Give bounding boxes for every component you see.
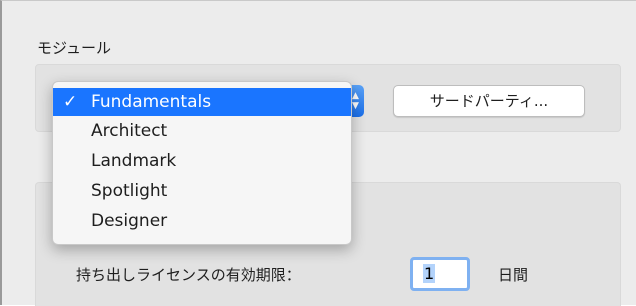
days-unit-label: 日間 — [498, 266, 529, 284]
chevron-updown-icon: ▲ ▼ — [352, 91, 359, 111]
menu-item-fundamentals[interactable]: ✓ Fundamentals — [53, 88, 351, 116]
menu-item-label: Spotlight — [91, 181, 168, 201]
days-value: 1 — [423, 264, 436, 283]
menu-item-label: Fundamentals — [91, 92, 212, 112]
checkmark-icon: ✓ — [63, 92, 78, 112]
menu-item-designer[interactable]: Designer — [53, 206, 351, 236]
module-section-label: モジュール — [37, 39, 111, 57]
menu-item-label: Designer — [91, 211, 168, 231]
menu-item-architect[interactable]: Architect — [53, 116, 351, 146]
menu-item-spotlight[interactable]: Spotlight — [53, 176, 351, 206]
expiry-days-input[interactable]: 1 — [410, 257, 470, 291]
preferences-window: モジュール ▲ ▼ サードパーティ... 持ち出しライセンスの有効期限： 1 日間… — [0, 0, 636, 306]
menu-item-landmark[interactable]: Landmark — [53, 146, 351, 176]
menu-item-label: Landmark — [91, 151, 177, 171]
menu-item-label: Architect — [91, 121, 168, 141]
module-dropdown-menu: ✓ Fundamentals Architect Landmark Spotli… — [52, 81, 352, 245]
checkout-license-expiry-label: 持ち出しライセンスの有効期限： — [76, 266, 301, 284]
third-party-button[interactable]: サードパーティ... — [393, 85, 585, 117]
